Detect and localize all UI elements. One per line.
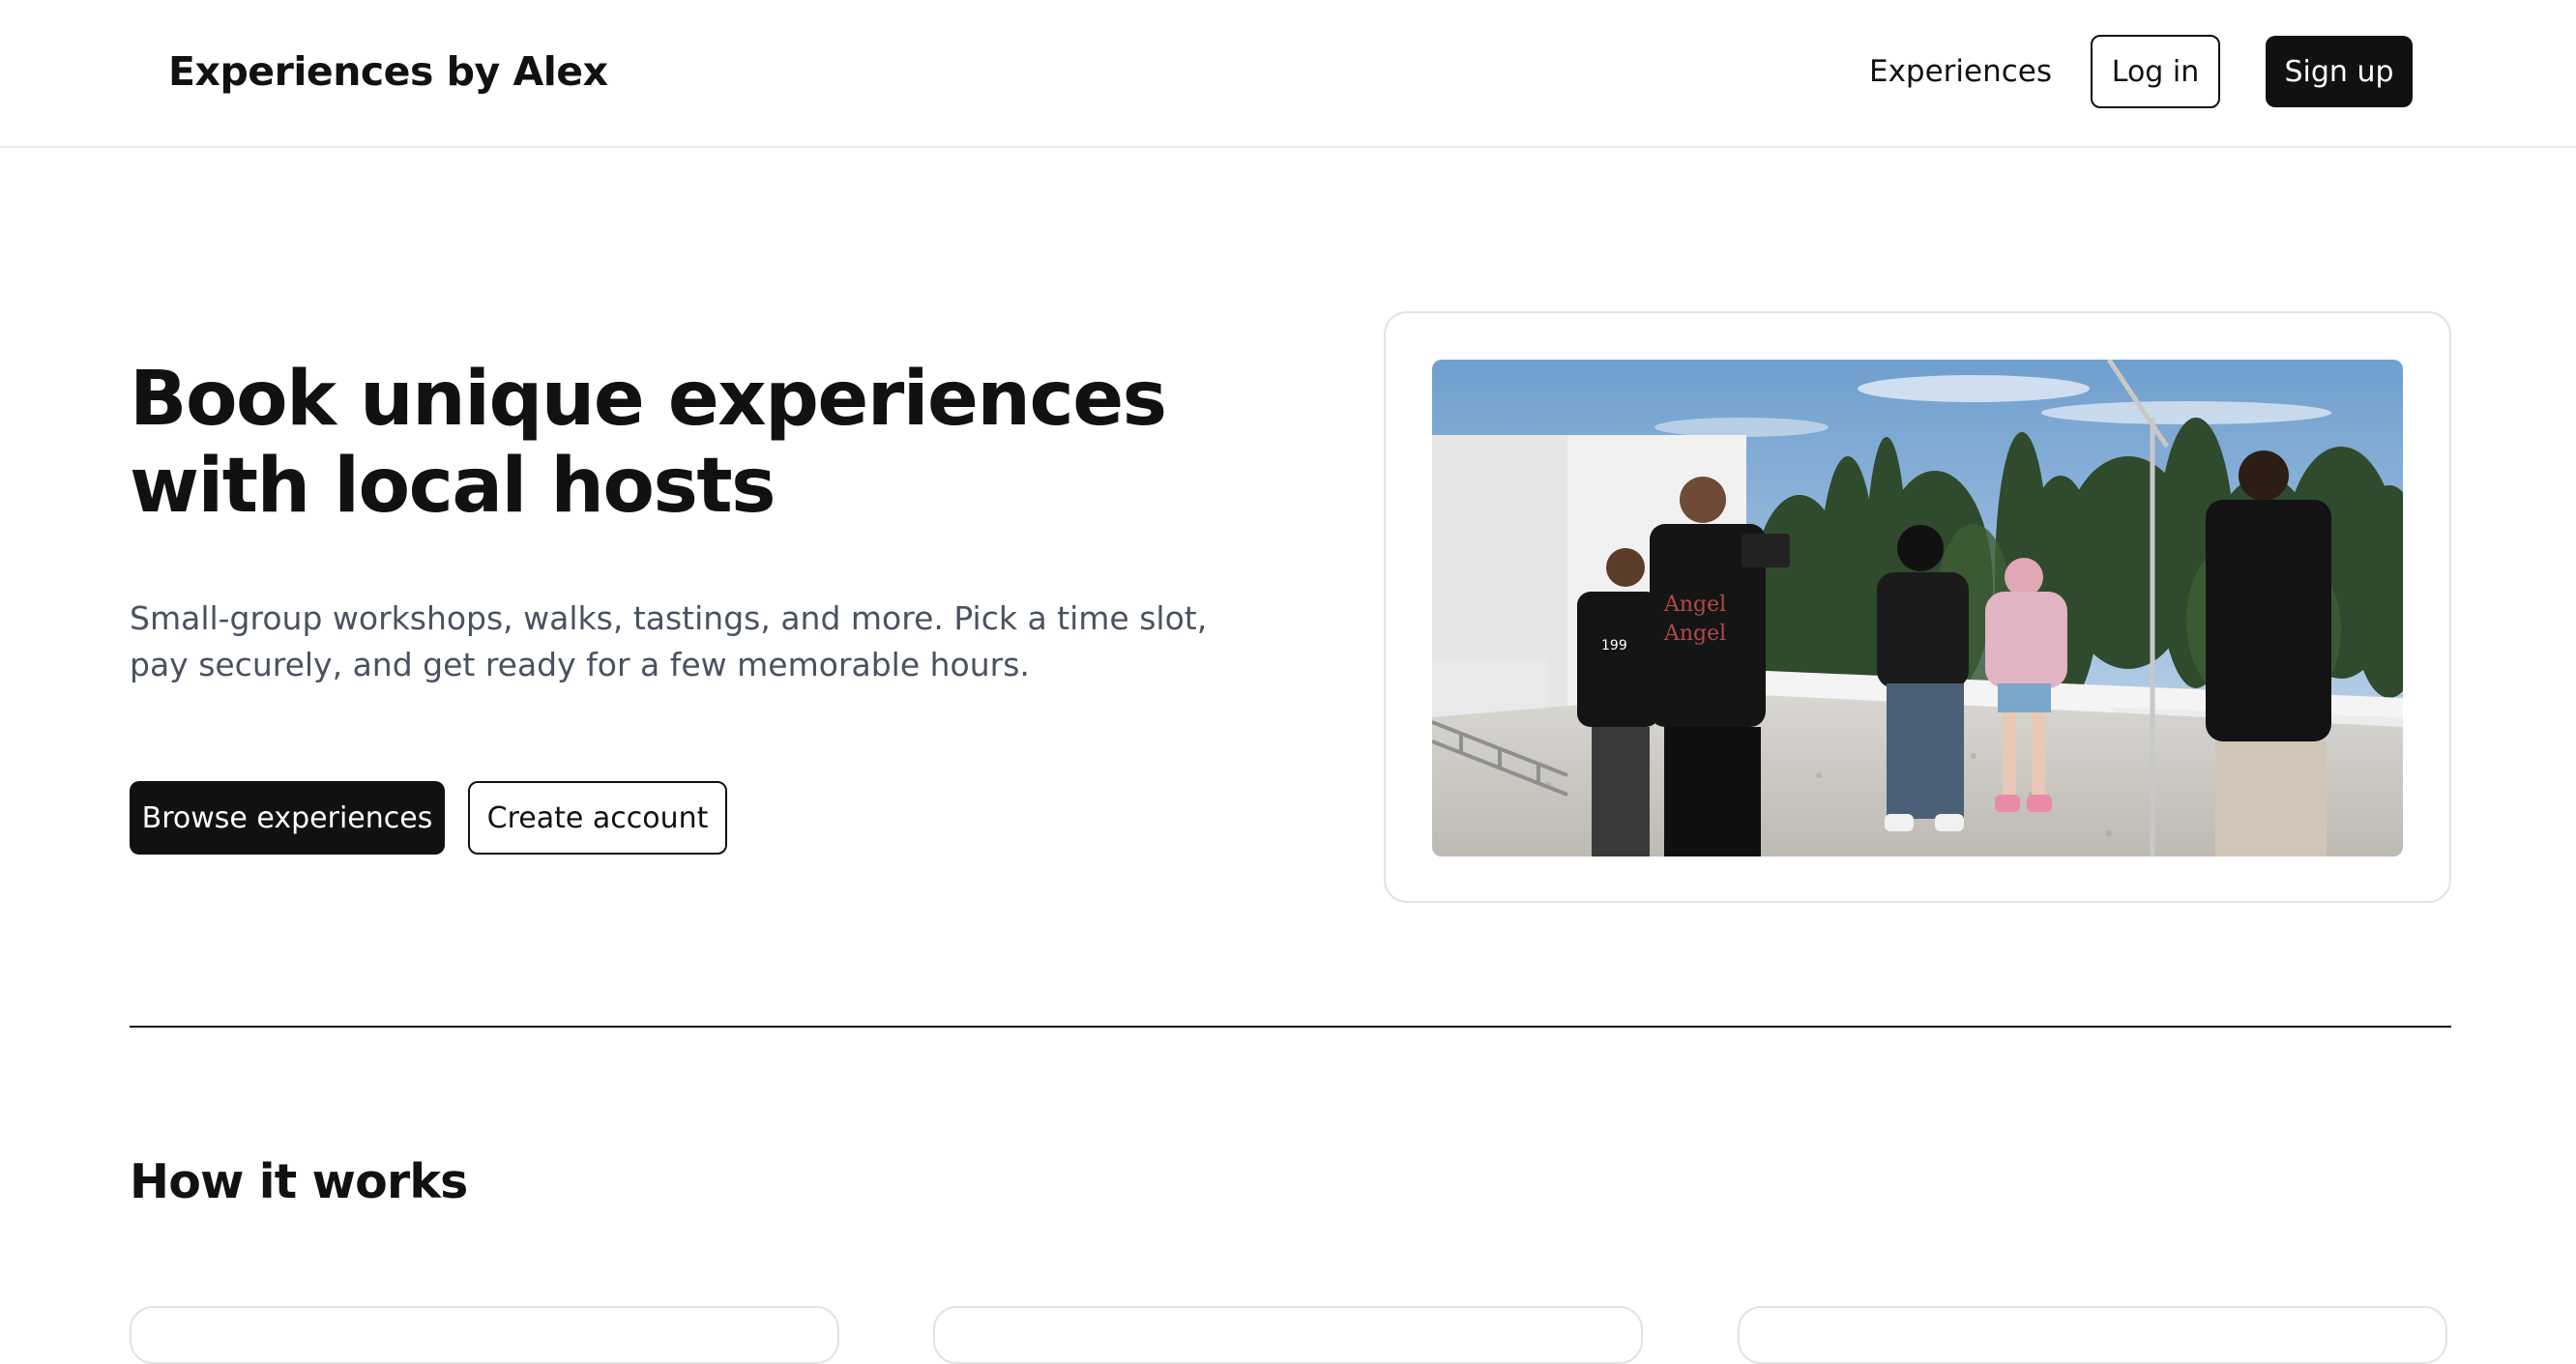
section-divider [130,1026,2451,1028]
hero-subtitle: Small-group workshops, walks, tastings, … [130,599,1208,683]
step-card [933,1306,1643,1364]
signup-button[interactable]: Sign up [2266,36,2413,107]
site-header: Experiences by Alex Experiences Log in S… [0,0,2576,148]
nav-experiences-link[interactable]: Experiences [1869,50,2052,93]
svg-text:199: 199 [1601,638,1627,653]
step-card [1738,1306,2447,1364]
hero-photo: 199 Angel Angel [1432,360,2403,856]
hero-image-card: 199 Angel Angel [1384,311,2451,903]
create-account-button[interactable]: Create account [468,781,727,855]
svg-text:Angel: Angel [1663,622,1726,646]
browse-experiences-button[interactable]: Browse experiences [130,781,445,855]
rooftop-photoshoot-image: 199 Angel Angel [1432,360,2403,856]
step-card [130,1306,839,1364]
hero-title: Book unique experiences with local hosts [130,356,1167,530]
login-button[interactable]: Log in [2091,35,2220,108]
how-it-works-title: How it works [130,1154,468,1209]
svg-text:Angel: Angel [1663,593,1726,617]
brand-logo[interactable]: Experiences by Alex [168,46,608,97]
